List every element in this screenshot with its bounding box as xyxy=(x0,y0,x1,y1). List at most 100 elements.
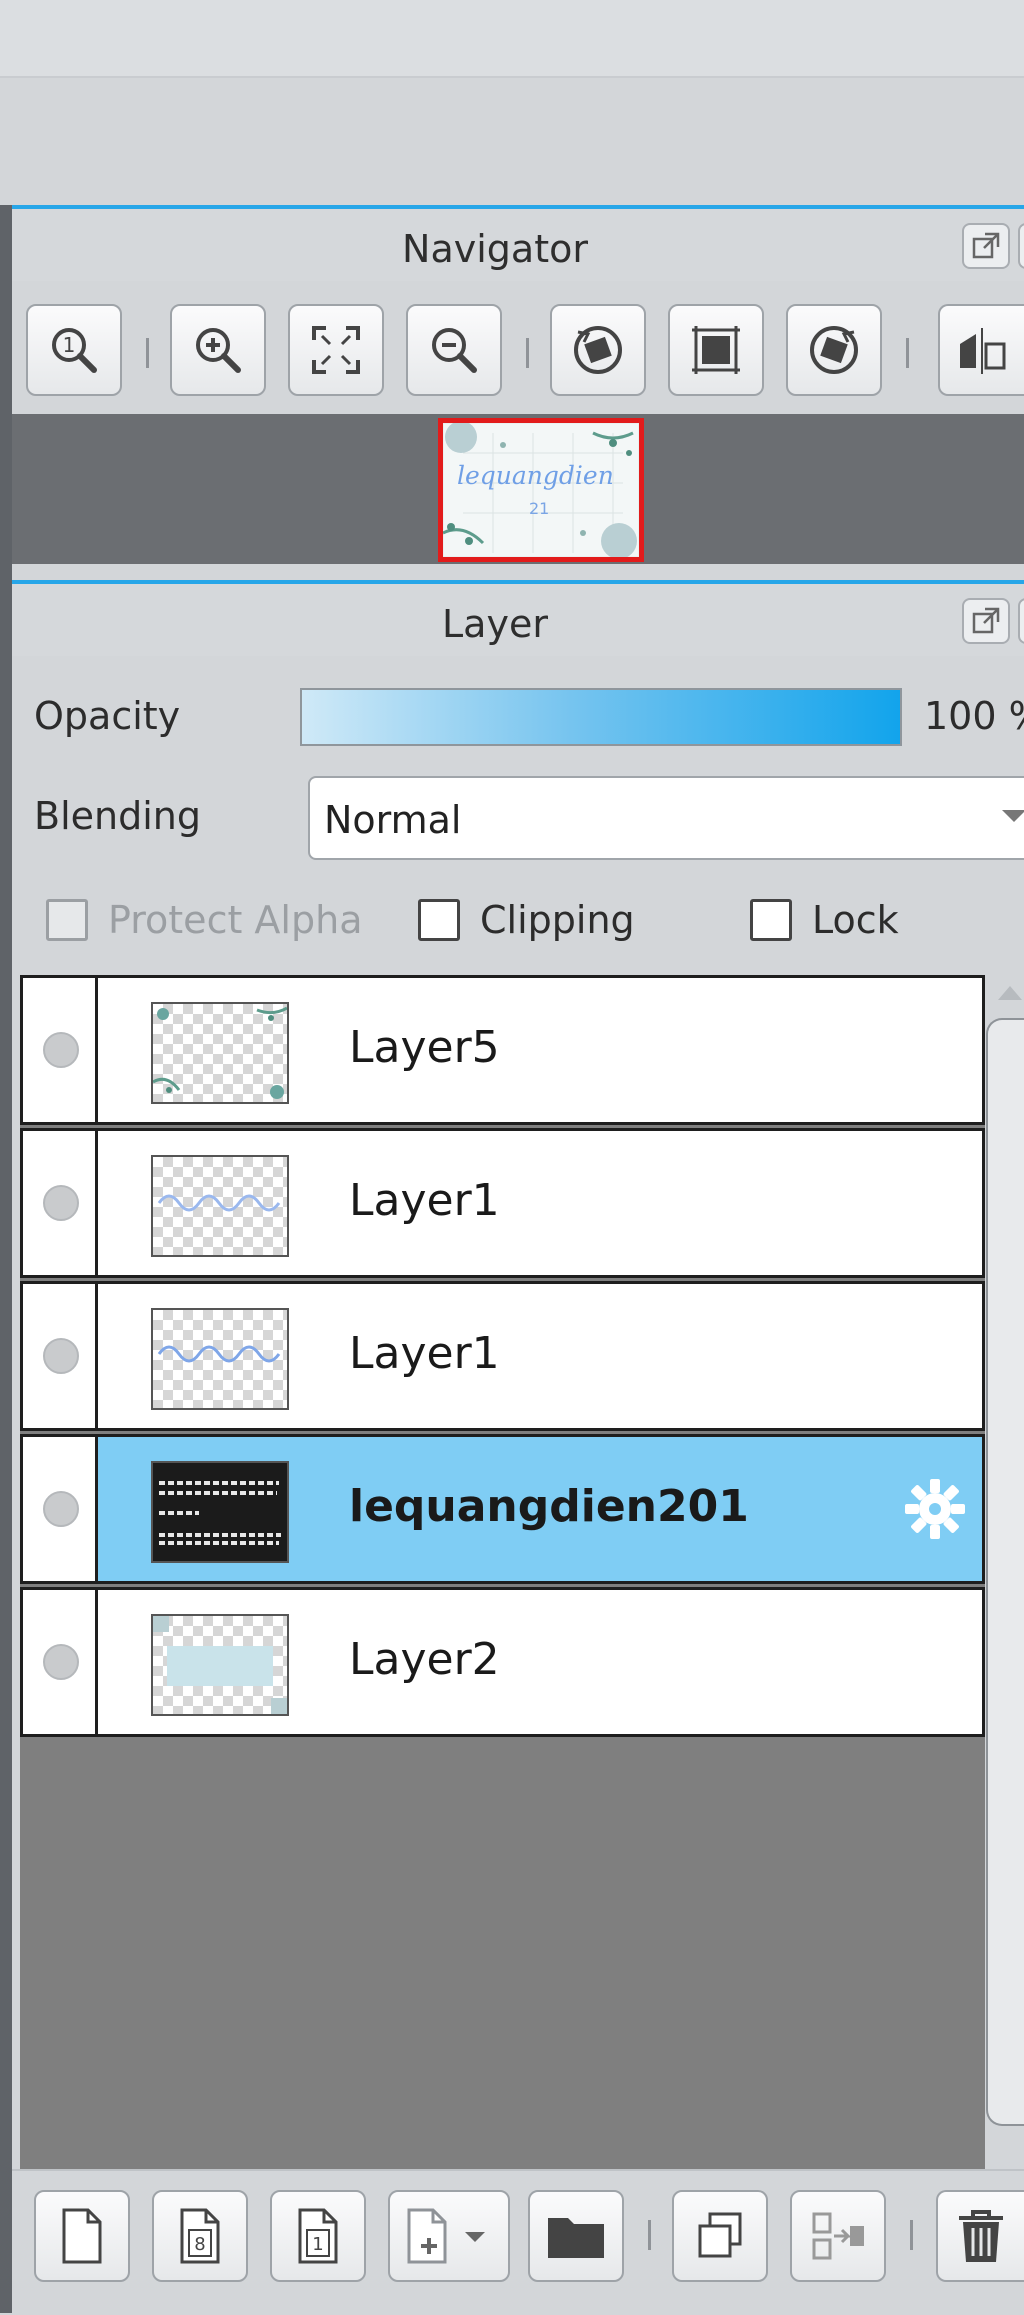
close-navigator-button[interactable] xyxy=(1018,223,1024,269)
toolbar-separator xyxy=(146,338,149,368)
rotate-right-button[interactable] xyxy=(786,304,882,396)
opacity-slider[interactable] xyxy=(300,688,902,746)
visibility-toggle[interactable] xyxy=(23,1437,98,1581)
layer-row[interactable]: Layer2 xyxy=(20,1587,985,1737)
layer-thumbnail xyxy=(151,1155,289,1257)
flip-horizontal-icon xyxy=(960,328,1006,374)
layer-list-scrollbar[interactable] xyxy=(986,1018,1024,2126)
close-layer-button[interactable] xyxy=(1018,598,1024,644)
navigator-view-frame[interactable]: lequangdien 21 xyxy=(438,418,644,562)
rotate-left-icon xyxy=(574,326,622,374)
layer-row-selected[interactable]: lequangdien201 xyxy=(20,1434,985,1584)
new-folder-button[interactable] xyxy=(528,2190,624,2282)
add-layer-menu-button[interactable] xyxy=(388,2190,510,2282)
zoom-in-icon xyxy=(196,328,241,373)
layer-name: Layer2 xyxy=(349,1634,500,1685)
layer-thumbnail xyxy=(151,1614,289,1716)
fit-to-window-button[interactable] xyxy=(288,304,384,396)
layer-name: lequangdien201 xyxy=(349,1481,749,1532)
toolbar-separator xyxy=(648,2220,651,2250)
merge-down-icon xyxy=(812,2212,864,2260)
clipping-label: Clipping xyxy=(480,898,635,942)
scroll-up-icon[interactable] xyxy=(998,986,1022,1000)
layer-name: Layer1 xyxy=(349,1175,500,1226)
reset-view-icon xyxy=(692,326,740,374)
toolbar-area xyxy=(0,78,1024,202)
add-layer-menu-icon xyxy=(407,2208,485,2264)
layer-name: Layer5 xyxy=(349,1022,500,1073)
visibility-toggle[interactable] xyxy=(23,1131,98,1275)
new-1bit-layer-button[interactable]: 1 xyxy=(270,2190,366,2282)
fit-to-window-icon xyxy=(312,326,360,374)
layer-name: Layer1 xyxy=(349,1328,500,1379)
preview-script-text: lequangdien xyxy=(457,461,614,490)
layer-row[interactable]: Layer1 xyxy=(20,1128,985,1278)
visibility-dot-icon xyxy=(43,1644,79,1680)
detach-icon xyxy=(972,232,1000,259)
svg-text:1: 1 xyxy=(63,333,76,357)
flip-horizontal-button[interactable] xyxy=(938,304,1024,396)
protect-alpha-box[interactable] xyxy=(46,899,88,941)
zoom-out-icon xyxy=(432,328,477,373)
layer-row[interactable]: Layer5 xyxy=(20,975,985,1125)
svg-text:1: 1 xyxy=(312,2234,323,2255)
canvas-preview-decoration xyxy=(443,423,639,557)
layer-row[interactable]: Layer1 xyxy=(20,1281,985,1431)
gear-icon[interactable] xyxy=(903,1477,967,1541)
new-layer-icon xyxy=(62,2208,102,2264)
visibility-toggle[interactable] xyxy=(23,978,98,1122)
duplicate-layer-button[interactable] xyxy=(672,2190,768,2282)
new-8bit-layer-button[interactable]: 8 xyxy=(152,2190,248,2282)
delete-layer-icon xyxy=(959,2210,1003,2262)
zoom-in-button[interactable] xyxy=(170,304,266,396)
visibility-dot-icon xyxy=(43,1491,79,1527)
visibility-dot-icon xyxy=(43,1032,79,1068)
opacity-value: 100 % xyxy=(924,694,1024,738)
reset-view-button[interactable] xyxy=(668,304,764,396)
new-folder-icon xyxy=(548,2218,604,2258)
zoom-actual-size-button[interactable]: 1 xyxy=(26,304,122,396)
visibility-dot-icon xyxy=(43,1185,79,1221)
preview-number-text: 21 xyxy=(529,499,550,518)
detach-icon xyxy=(972,607,1000,634)
layer-title: Layer xyxy=(442,602,548,646)
protect-alpha-checkbox[interactable]: Protect Alpha xyxy=(46,898,362,942)
visibility-dot-icon xyxy=(43,1338,79,1374)
visibility-toggle[interactable] xyxy=(23,1590,98,1734)
zoom-actual-size-icon: 1 xyxy=(52,328,97,373)
detach-layer-button[interactable] xyxy=(962,598,1010,644)
layer-thumbnail xyxy=(151,1461,289,1563)
rotate-left-button[interactable] xyxy=(550,304,646,396)
navigator-toolbar: 1 xyxy=(12,286,1024,412)
zoom-out-button[interactable] xyxy=(406,304,502,396)
layer-thumbnail xyxy=(151,1308,289,1410)
layer-header: Layer xyxy=(12,580,1024,656)
protect-alpha-label: Protect Alpha xyxy=(108,898,363,942)
svg-text:8: 8 xyxy=(194,2234,205,2255)
blending-select[interactable]: Normal xyxy=(308,776,1024,860)
rotate-right-icon xyxy=(810,326,858,374)
top-bar xyxy=(0,0,1024,78)
lock-box[interactable] xyxy=(750,899,792,941)
layer-thumbnail xyxy=(151,1002,289,1104)
blending-value: Normal xyxy=(324,798,462,842)
delete-layer-button[interactable] xyxy=(936,2190,1024,2282)
toolbar-separator xyxy=(910,2220,913,2250)
clipping-checkbox[interactable]: Clipping xyxy=(418,898,635,942)
new-1bit-layer-icon: 1 xyxy=(298,2208,338,2264)
visibility-toggle[interactable] xyxy=(23,1284,98,1428)
new-8bit-layer-icon: 8 xyxy=(180,2208,220,2264)
opacity-label: Opacity xyxy=(34,694,181,738)
new-layer-button[interactable] xyxy=(34,2190,130,2282)
navigator-title: Navigator xyxy=(402,227,588,271)
clipping-box[interactable] xyxy=(418,899,460,941)
chevron-down-icon xyxy=(1002,810,1024,822)
toolbar-separator xyxy=(526,338,529,368)
toolbar-separator xyxy=(906,338,909,368)
blending-label: Blending xyxy=(34,794,201,838)
lock-checkbox[interactable]: Lock xyxy=(750,898,899,942)
lock-label: Lock xyxy=(812,898,899,942)
merge-down-button[interactable] xyxy=(790,2190,886,2282)
detach-navigator-button[interactable] xyxy=(962,223,1010,269)
canvas-edge xyxy=(0,205,12,2313)
